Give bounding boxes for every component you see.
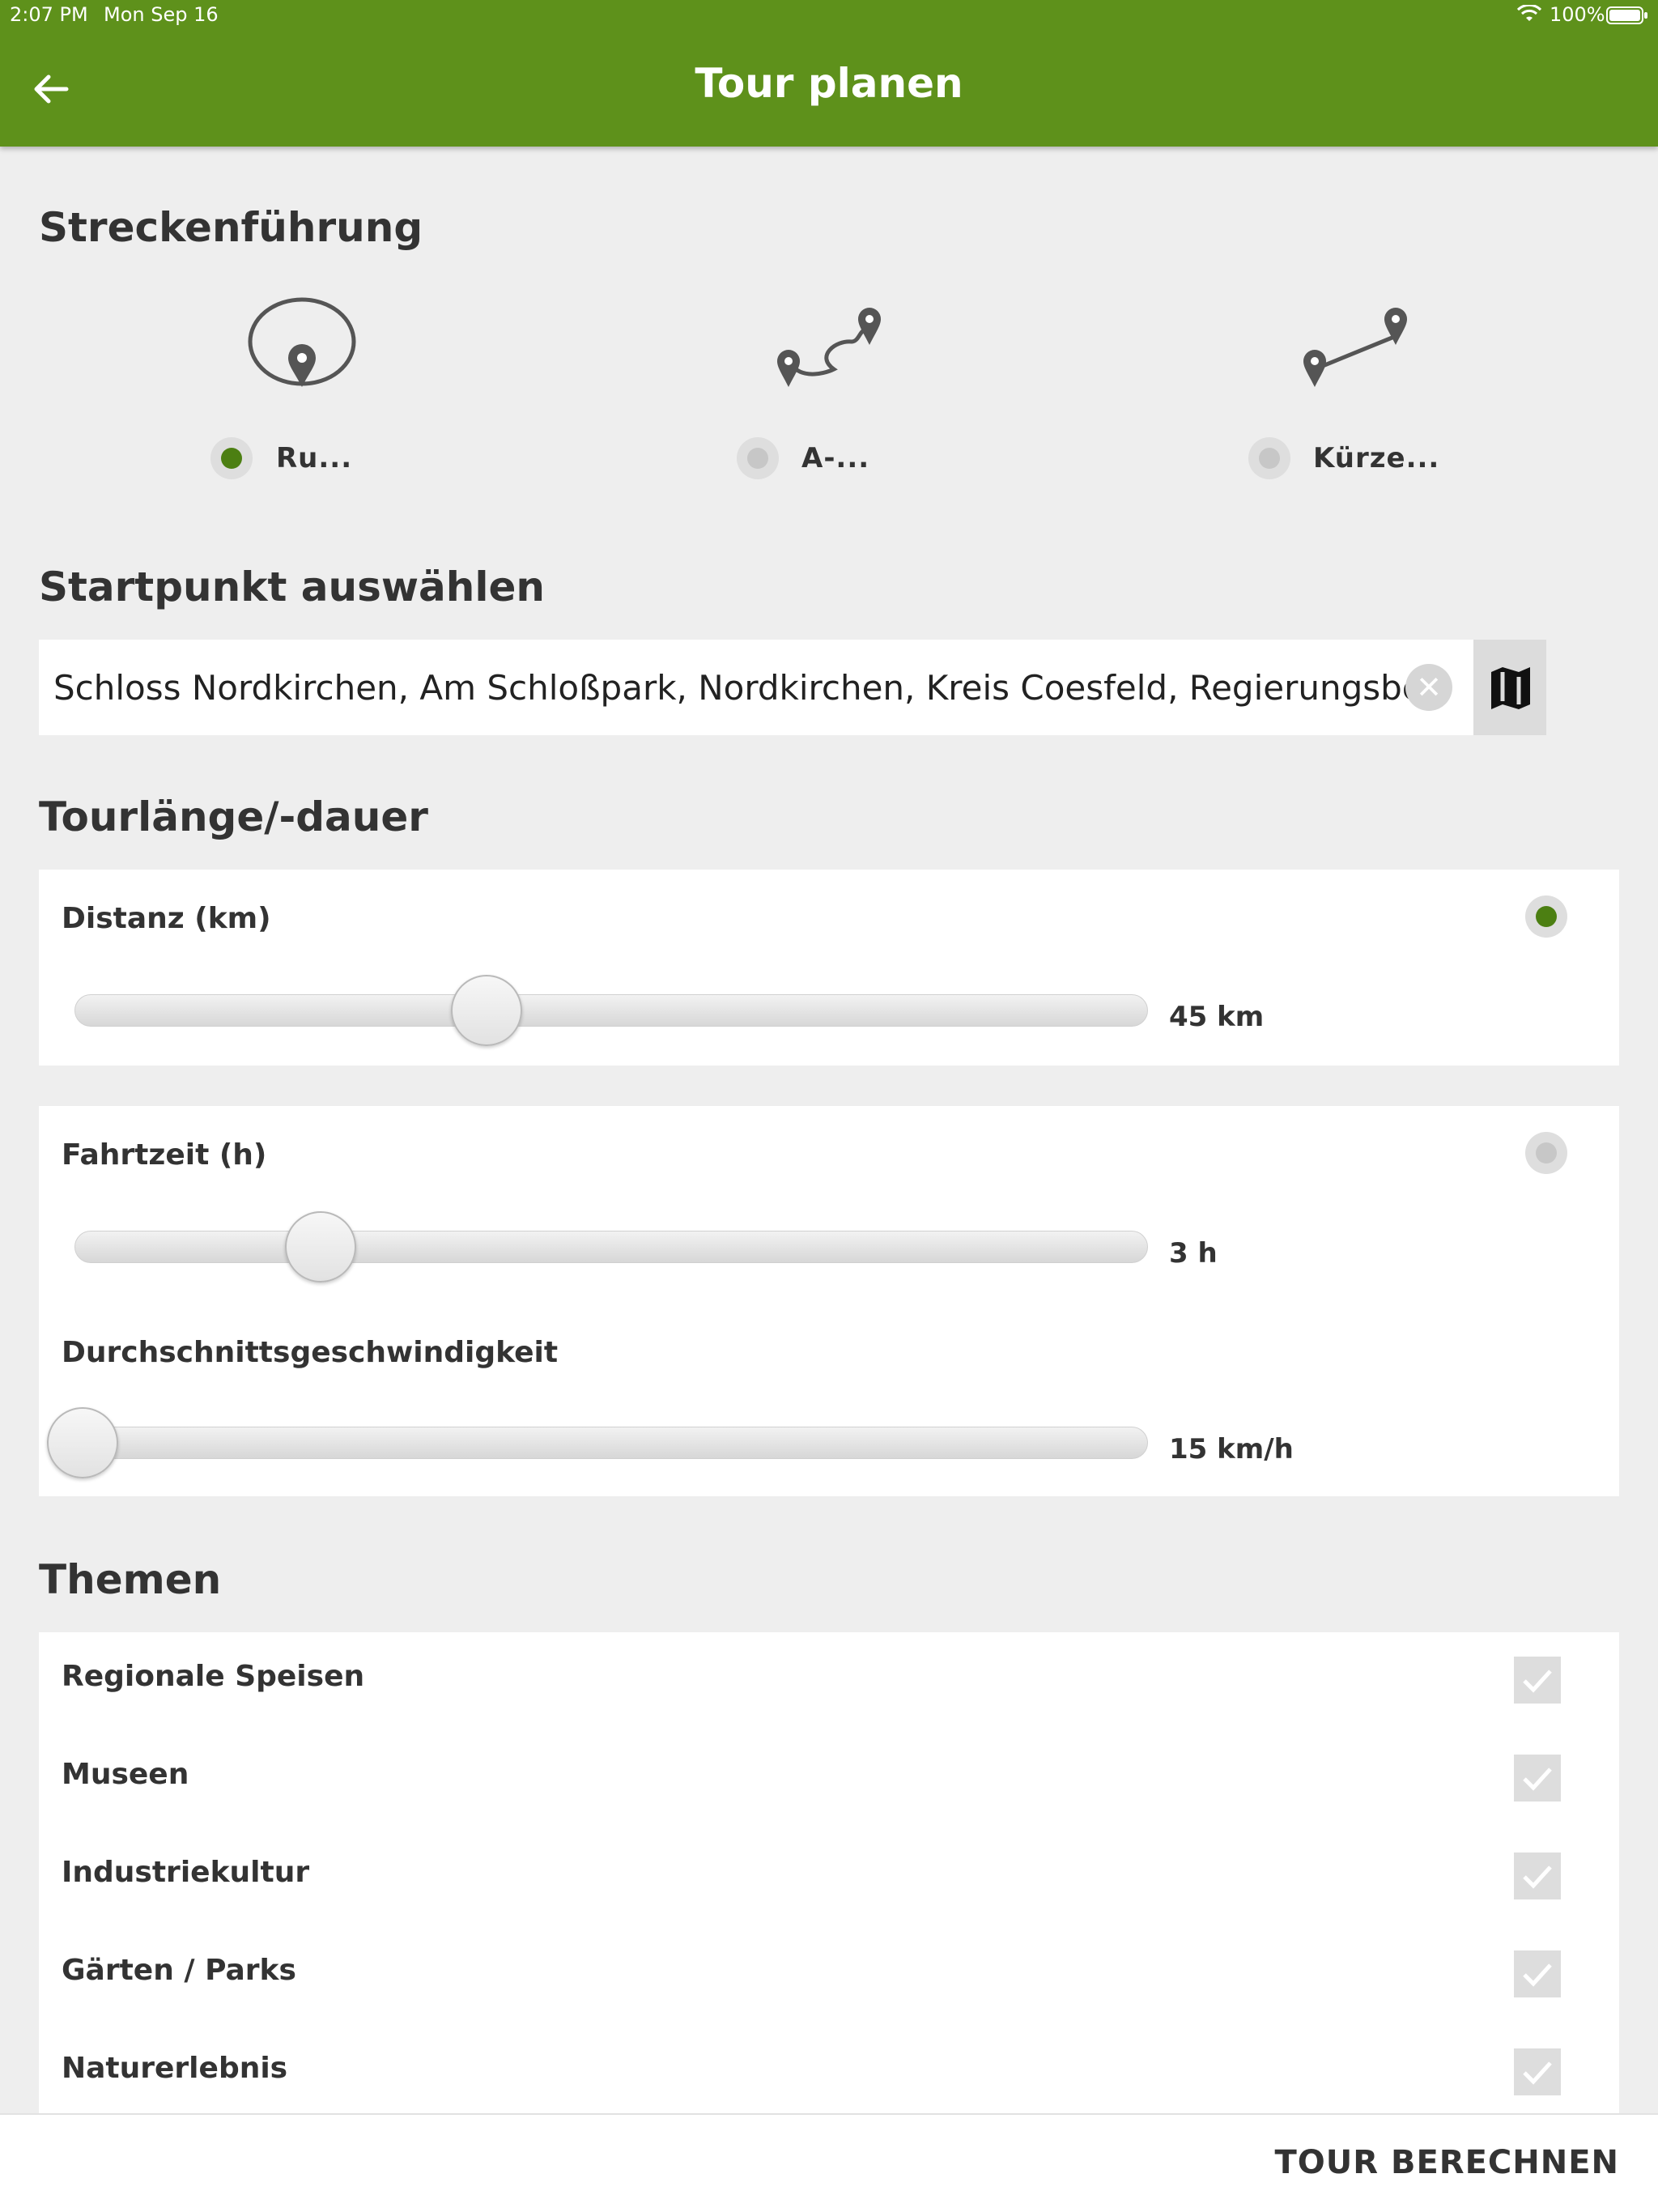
status-date: Mon Sep 16 xyxy=(104,3,219,26)
distance-slider[interactable] xyxy=(74,994,1148,1027)
a-to-b-route-icon[interactable] xyxy=(771,291,892,397)
calculate-tour-button[interactable]: TOUR BERECHNEN xyxy=(1274,2144,1619,2181)
route-radio-round[interactable] xyxy=(210,437,253,479)
theme-item-naturerlebnis[interactable]: Naturerlebnis xyxy=(39,2024,1619,2121)
theme-label: Industriekultur xyxy=(62,1856,310,1889)
speed-label: Durchschnittsgeschwindigkeit xyxy=(62,1336,559,1369)
theme-item-industriekultur[interactable]: Industriekultur xyxy=(39,1828,1619,1925)
speed-slider[interactable] xyxy=(74,1427,1148,1459)
footer-bar: TOUR BERECHNEN xyxy=(0,2113,1658,2212)
time-slider[interactable] xyxy=(74,1231,1148,1263)
theme-label: Naturerlebnis xyxy=(62,2052,288,2085)
time-slider-thumb[interactable] xyxy=(285,1211,357,1283)
page-title: Tour planen xyxy=(695,60,963,107)
theme-item-gaerten-parks[interactable]: Gärten / Parks xyxy=(39,1926,1619,2023)
time-card: Fahrtzeit (h) 3 h Durchschnittsgeschwind… xyxy=(39,1106,1619,1496)
distance-card: Distanz (km) 45 km xyxy=(39,870,1619,1066)
theme-item-museen[interactable]: Museen xyxy=(39,1730,1619,1827)
distance-value: 45 km xyxy=(1169,1001,1265,1033)
battery-icon xyxy=(1606,6,1647,24)
clear-icon[interactable]: ✕ xyxy=(1405,664,1452,711)
theme-label: Regionale Speisen xyxy=(62,1660,365,1693)
themes-list: Regionale Speisen Museen Industriekultur… xyxy=(39,1632,1619,2113)
checkbox-icon[interactable] xyxy=(1514,1853,1561,1899)
checkbox-icon[interactable] xyxy=(1514,2048,1561,2095)
status-time: 2:07 PM xyxy=(10,3,88,26)
route-label-round: Ru... xyxy=(276,442,353,474)
route-label-shortest: Kürze... xyxy=(1313,442,1440,474)
round-trip-icon[interactable] xyxy=(241,291,363,397)
route-radio-shortest[interactable] xyxy=(1248,437,1290,479)
battery-percent: 100% xyxy=(1550,3,1605,26)
wifi-icon xyxy=(1517,5,1541,21)
start-point-row: ✕ xyxy=(39,640,1546,735)
duration-section-title: Tourlänge/-dauer xyxy=(39,793,428,840)
checkbox-icon[interactable] xyxy=(1514,1755,1561,1802)
route-radio-a-b[interactable] xyxy=(737,437,779,479)
theme-item-regionale-speisen[interactable]: Regionale Speisen xyxy=(39,1632,1619,1729)
checkbox-icon[interactable] xyxy=(1514,1950,1561,1997)
theme-label: Museen xyxy=(62,1758,189,1791)
map-icon xyxy=(1491,667,1530,709)
start-section-title: Startpunkt auswählen xyxy=(39,564,546,610)
map-button[interactable] xyxy=(1473,640,1546,735)
themes-section-title: Themen xyxy=(39,1556,222,1603)
route-label-a-b: A-... xyxy=(801,442,870,474)
speed-value: 15 km/h xyxy=(1169,1433,1294,1465)
distance-radio[interactable] xyxy=(1525,895,1567,938)
distance-label: Distanz (km) xyxy=(62,902,271,935)
checkbox-icon[interactable] xyxy=(1514,1657,1561,1704)
speed-slider-thumb[interactable] xyxy=(47,1407,118,1478)
start-point-input[interactable] xyxy=(53,661,1414,714)
theme-label: Gärten / Parks xyxy=(62,1954,296,1987)
time-radio[interactable] xyxy=(1525,1132,1567,1174)
route-section-title: Streckenführung xyxy=(39,204,423,251)
time-value: 3 h xyxy=(1169,1237,1218,1270)
app-bar: 2:07 PM Mon Sep 16 100% Tour planen xyxy=(0,0,1658,147)
shortest-route-icon[interactable] xyxy=(1297,291,1418,397)
time-label: Fahrtzeit (h) xyxy=(62,1138,267,1172)
distance-slider-thumb[interactable] xyxy=(451,975,523,1046)
